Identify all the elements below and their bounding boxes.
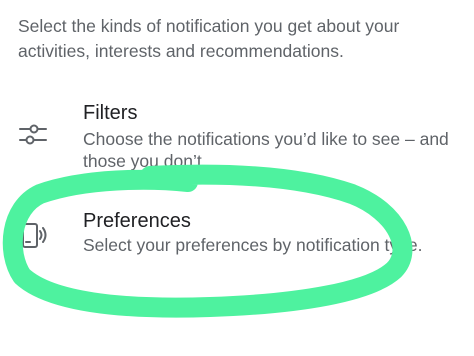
filters-title: Filters [83,102,138,124]
preferences-title: Preferences [83,210,191,232]
sliders-icon [17,118,49,150]
filters-description: Choose the notifications you’d like to s… [83,129,449,171]
preferences-description: Select your preferences by notification … [83,235,423,255]
phone-vibrate-icon [17,220,49,252]
preferences-item[interactable]: Preferences Select your preferences by n… [0,200,474,270]
filters-item[interactable]: Filters Choose the notifications you’d l… [0,96,474,172]
intro-text: Select the kinds of notification you get… [18,16,400,61]
